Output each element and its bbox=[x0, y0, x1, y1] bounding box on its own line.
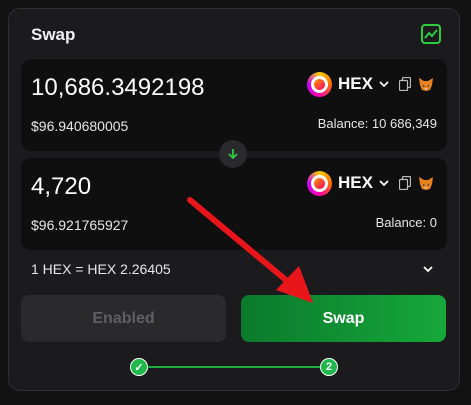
to-amount-input[interactable]: 4,720 bbox=[31, 173, 91, 201]
trending-chart-icon[interactable] bbox=[421, 24, 441, 44]
arrow-down-icon bbox=[228, 149, 238, 160]
from-amount-input[interactable]: 10,686.3492198 bbox=[31, 74, 205, 102]
metamask-fox-icon[interactable] bbox=[418, 176, 434, 191]
chevron-down-icon bbox=[379, 79, 389, 89]
from-panel: 10,686.3492198 HEX $96.940680005 Balance… bbox=[21, 59, 447, 151]
from-balance: Balance: 10 686,349 bbox=[317, 116, 437, 131]
to-fiat-value: $96.921765927 bbox=[31, 217, 129, 233]
enabled-button: Enabled bbox=[21, 295, 226, 342]
metamask-fox-icon[interactable] bbox=[418, 77, 434, 92]
swap-direction-button[interactable] bbox=[219, 140, 247, 168]
to-token-selector[interactable]: HEX bbox=[307, 170, 434, 196]
exchange-rate: 1 HEX = HEX 2.26405 bbox=[31, 261, 171, 277]
to-token-name: HEX bbox=[338, 173, 373, 192]
copy-icon[interactable] bbox=[398, 77, 412, 92]
from-token-name: HEX bbox=[338, 74, 373, 93]
stepper-line bbox=[139, 366, 329, 368]
to-balance: Balance: 0 bbox=[375, 215, 437, 230]
from-token-selector[interactable]: HEX bbox=[307, 71, 434, 97]
hex-token-icon bbox=[307, 170, 332, 196]
hex-token-icon bbox=[307, 71, 332, 97]
copy-icon[interactable] bbox=[398, 176, 412, 191]
from-fiat-value: $96.940680005 bbox=[31, 118, 129, 134]
step-2-indicator: 2 bbox=[320, 358, 338, 376]
chevron-down-icon bbox=[379, 178, 389, 188]
step-1-complete: ✓ bbox=[130, 358, 148, 376]
swap-button[interactable]: Swap bbox=[241, 295, 446, 342]
to-panel: 4,720 HEX $96.921765927 Balance: 0 bbox=[21, 158, 447, 250]
chevron-down-icon[interactable] bbox=[421, 262, 435, 276]
swap-card: Swap 10,686.3492198 HEX $96.940680005 Ba… bbox=[8, 8, 460, 391]
card-title: Swap bbox=[31, 25, 76, 44]
